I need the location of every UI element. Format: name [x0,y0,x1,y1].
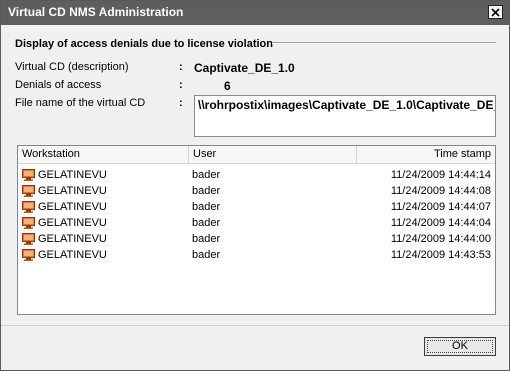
cell-workstation: GELATINEVU [38,217,107,229]
column-header-user[interactable]: User [189,146,357,163]
list-header: Workstation User Time stamp [18,146,495,164]
group-title: Display of access denials due to license… [15,38,273,50]
cell-workstation: GELATINEVU [38,249,107,261]
computer-icon [22,169,35,181]
cell-user: bader [192,169,221,181]
table-row[interactable]: GELATINEVU bader 11/24/2009 14:43:53 [18,247,495,263]
computer-icon [22,249,35,261]
access-denials-list[interactable]: Workstation User Time stamp GELATINEVU ba… [17,145,496,315]
ok-focus-rect [427,340,493,353]
description-value: Captivate_DE_1.0 [194,61,295,75]
computer-icon [22,217,35,229]
table-row[interactable]: GELATINEVU bader 11/24/2009 14:44:14 [18,167,495,183]
close-icon [491,7,500,17]
cell-user: bader [192,217,221,229]
dialog-window: Virtual CD NMS Administration Display of… [0,0,510,371]
cell-workstation: GELATINEVU [38,233,107,245]
denials-colon: : [179,79,183,91]
filename-field[interactable]: \\rohrpostix\images\Captivate_DE_1.0\Cap… [194,95,496,137]
filename-label: File name of the virtual CD [15,97,146,109]
cell-workstation: GELATINEVU [38,185,107,197]
description-colon: : [179,61,183,73]
denials-value: 6 [224,79,231,93]
filename-colon: : [179,97,183,109]
computer-icon [22,185,35,197]
cell-time-stamp: 11/24/2009 14:44:07 [390,201,491,213]
cell-time-stamp: 11/24/2009 14:44:14 [390,169,491,181]
description-label: Virtual CD (description) [15,61,129,73]
column-header-time-stamp[interactable]: Time stamp [357,146,495,163]
column-header-workstation[interactable]: Workstation [18,146,189,163]
cell-workstation: GELATINEVU [38,201,107,213]
group-divider [272,42,496,44]
cell-workstation: GELATINEVU [38,169,107,181]
table-row[interactable]: GELATINEVU bader 11/24/2009 14:44:00 [18,231,495,247]
window-title: Virtual CD NMS Administration [8,5,184,19]
close-button[interactable] [488,5,503,19]
title-bar[interactable]: Virtual CD NMS Administration [1,1,509,25]
computer-icon [22,233,35,245]
filename-value: \\rohrpostix\images\Captivate_DE_1.0\Cap… [198,98,495,112]
computer-icon [22,201,35,213]
cell-time-stamp: 11/24/2009 14:43:53 [390,249,491,261]
cell-user: bader [192,233,221,245]
cell-user: bader [192,201,221,213]
table-row[interactable]: GELATINEVU bader 11/24/2009 14:44:07 [18,199,495,215]
cell-time-stamp: 11/24/2009 14:44:00 [390,233,491,245]
cell-user: bader [192,185,221,197]
table-row[interactable]: GELATINEVU bader 11/24/2009 14:44:08 [18,183,495,199]
cell-user: bader [192,249,221,261]
table-row[interactable]: GELATINEVU bader 11/24/2009 14:44:04 [18,215,495,231]
cell-time-stamp: 11/24/2009 14:44:04 [390,217,491,229]
denials-label: Denials of access [15,79,102,91]
footer-divider [1,325,509,326]
ok-button[interactable]: OK [424,337,496,356]
cell-time-stamp: 11/24/2009 14:44:08 [390,185,491,197]
